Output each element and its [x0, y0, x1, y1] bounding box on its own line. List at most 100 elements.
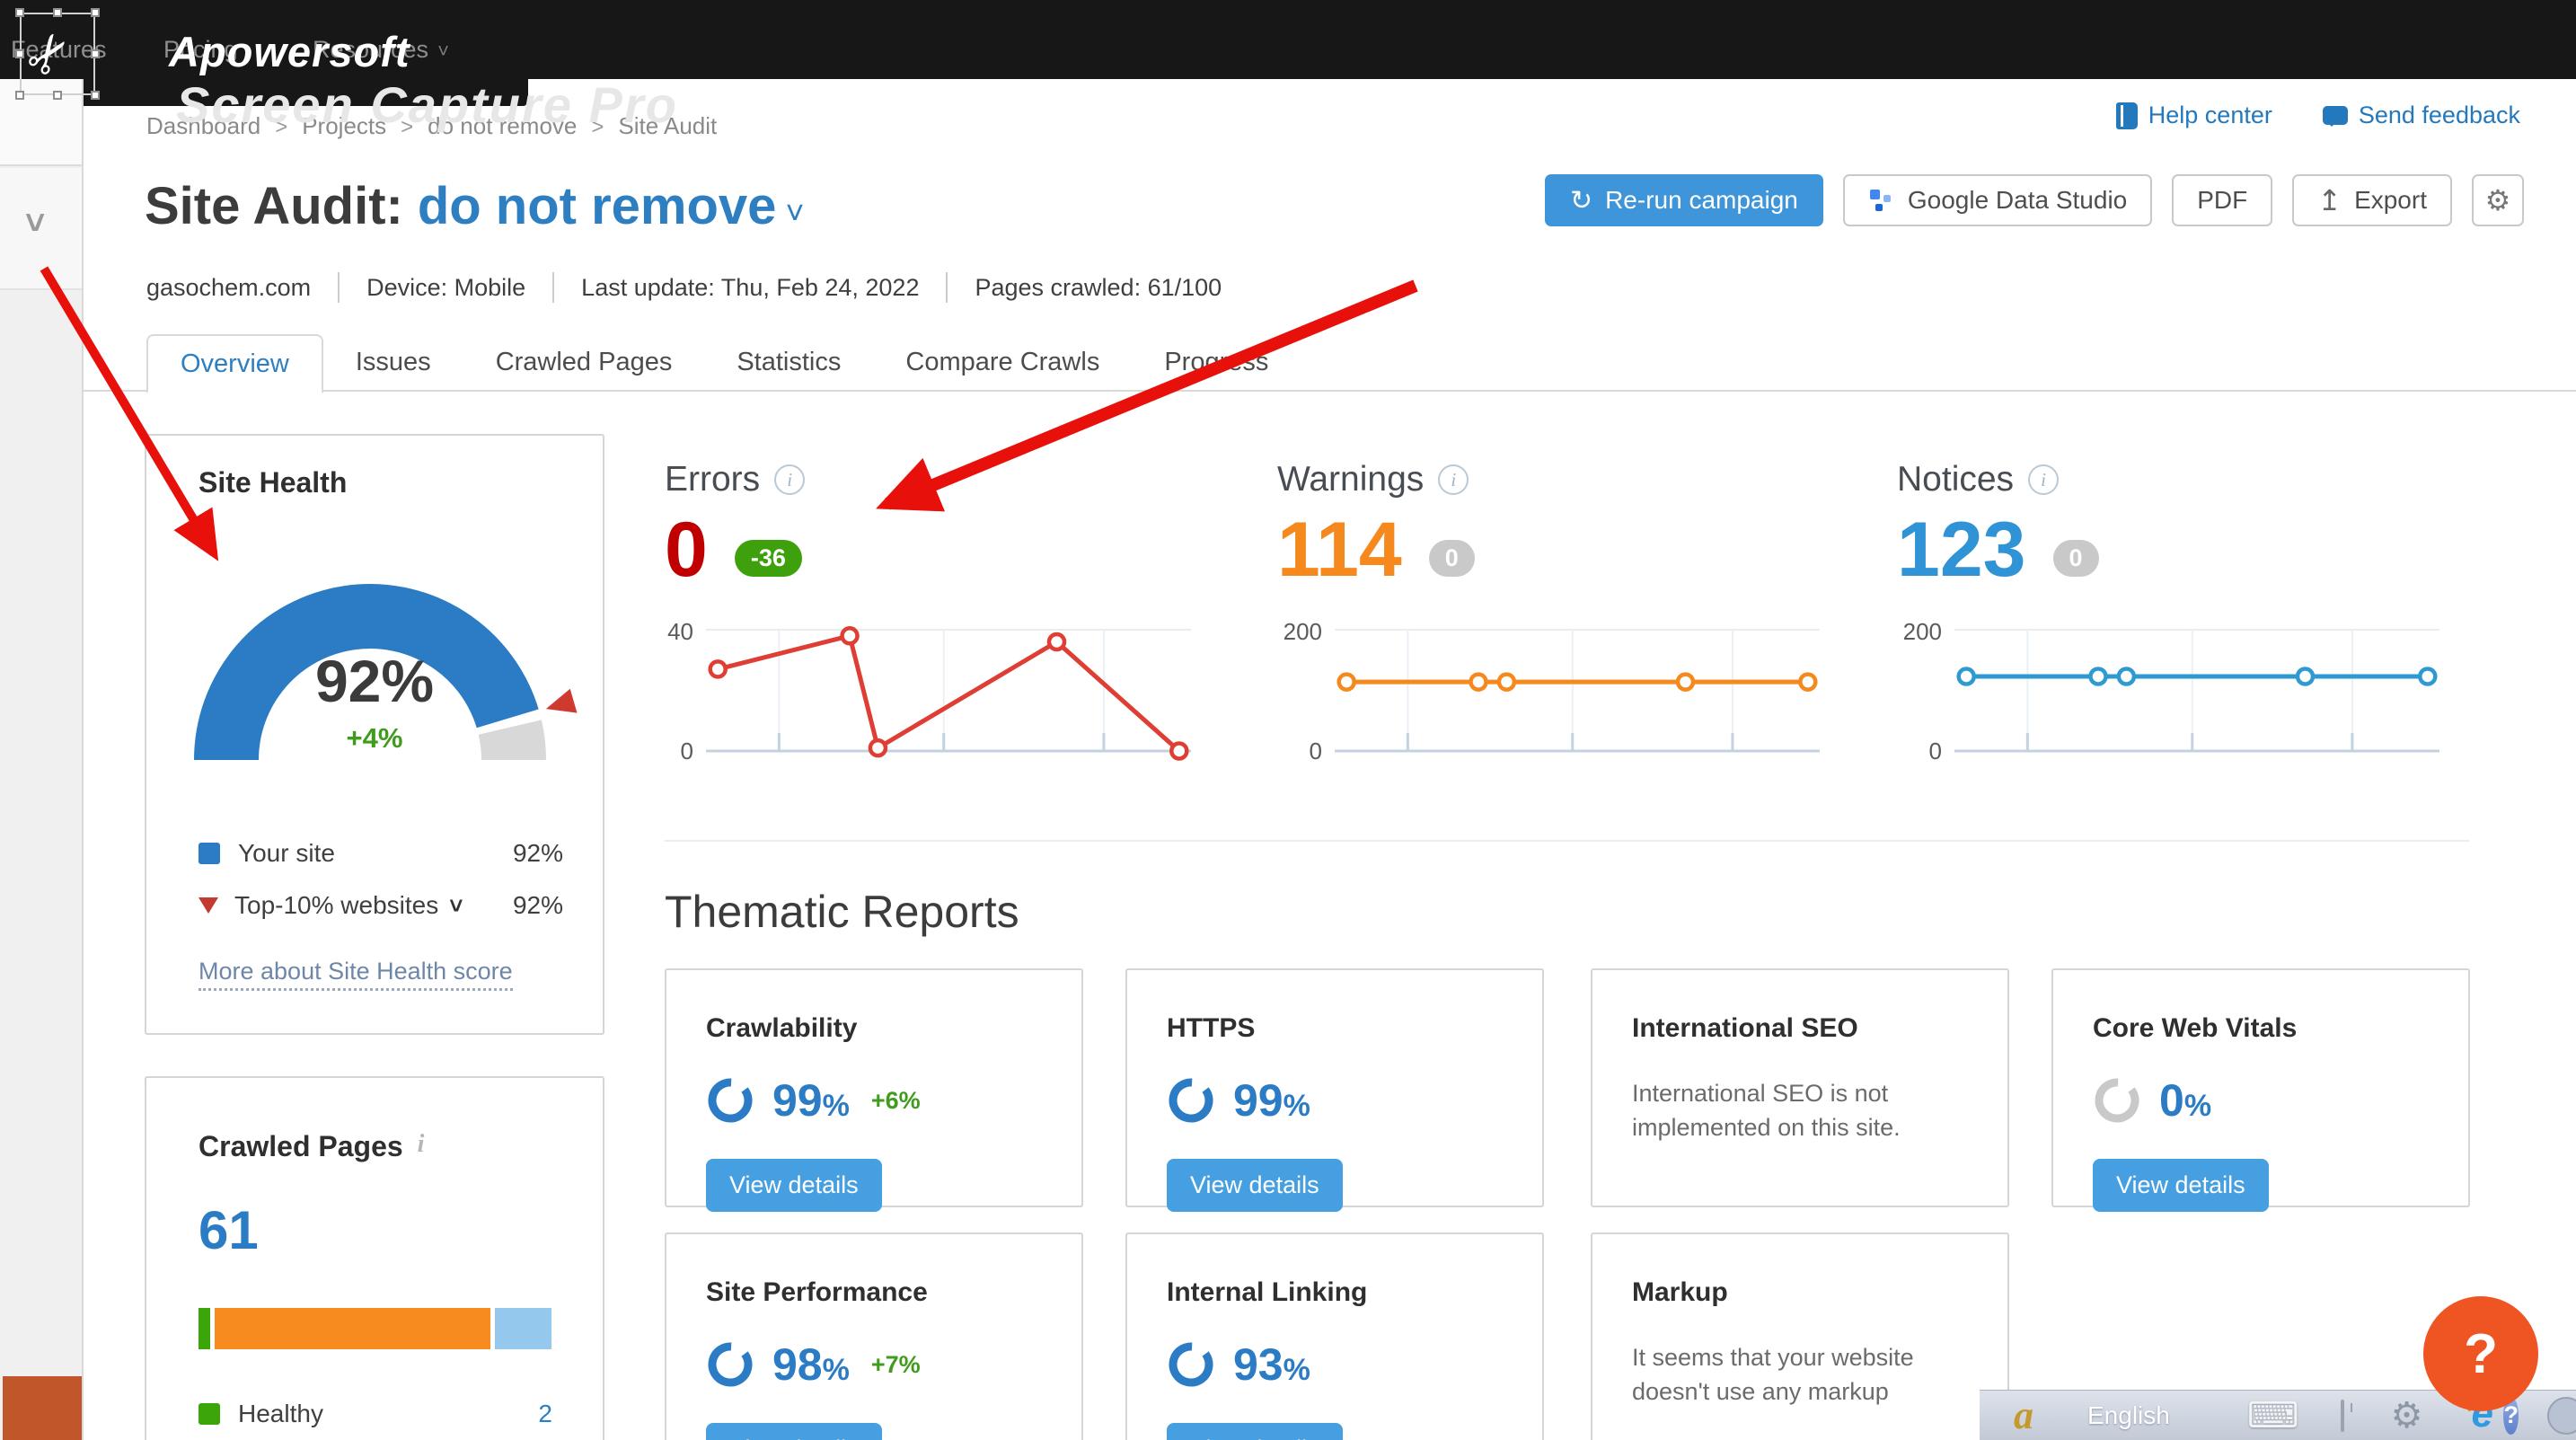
- chevron-down-icon[interactable]: ˅: [785, 194, 804, 231]
- selection-handle[interactable]: [91, 8, 100, 17]
- device-label: Device: Mobile: [366, 274, 525, 302]
- info-icon[interactable]: i: [2028, 464, 2059, 495]
- card-title: Markup: [1632, 1277, 1968, 1308]
- notices-value[interactable]: 123: [1897, 508, 2026, 591]
- rerun-campaign-button[interactable]: ↻Re-run campaign: [1545, 174, 1823, 226]
- info-icon[interactable]: i: [1438, 464, 1469, 495]
- export-button[interactable]: ↥Export: [2292, 174, 2452, 226]
- capture-selection-box[interactable]: [20, 13, 95, 95]
- domain-label: gasochem.com: [146, 274, 311, 302]
- bar-segment: [198, 1308, 210, 1349]
- notices-stat: Noticesi 1230 2000: [1897, 460, 2481, 766]
- card-title: Internal Linking: [1167, 1277, 1503, 1308]
- left-side-strip: ˅: [0, 79, 84, 1440]
- selection-handle[interactable]: [91, 91, 100, 100]
- export-icon: ↥: [2317, 183, 2342, 217]
- selection-handle[interactable]: [53, 8, 62, 17]
- selection-handle[interactable]: [15, 91, 24, 100]
- pages-crawled-label: Pages crawled: 61/100: [975, 274, 1222, 302]
- errors-value[interactable]: 0: [665, 508, 708, 591]
- legend-your-site: Your site 92%: [198, 834, 563, 873]
- core-web-vitals-card: Core Web Vitals 0% View details: [2051, 968, 2470, 1207]
- tab-bar: Overview Issues Crawled Pages Statistics…: [146, 334, 1301, 393]
- page-title: Site Audit:do not remove˅: [145, 176, 804, 236]
- send-feedback-link[interactable]: Send feedback: [2323, 102, 2520, 129]
- watermark-brand-text: Apowersoft: [169, 27, 410, 76]
- notices-label: Notices: [1897, 460, 2014, 499]
- card-title: Crawlability: [706, 1013, 1042, 1044]
- settings-button[interactable]: ⚙: [2472, 174, 2524, 226]
- notices-change-badge: 0: [2053, 540, 2099, 577]
- international-seo-card: International SEO International SEO is n…: [1591, 968, 2009, 1207]
- watermark-script-icon: a: [2014, 1392, 2033, 1438]
- selection-handle[interactable]: [53, 91, 62, 100]
- delta-badge: +6%: [871, 1087, 921, 1115]
- crawlability-card: Crawlability 99%+6% View details: [665, 968, 1083, 1207]
- card-title: International SEO: [1632, 1013, 1968, 1044]
- tab-statistics[interactable]: Statistics: [704, 334, 873, 393]
- delta-badge: +7%: [871, 1351, 921, 1379]
- green-swatch-icon: [198, 1403, 220, 1425]
- gear-icon[interactable]: ⚙: [2391, 1395, 2423, 1436]
- crawled-pages-value[interactable]: 61: [198, 1199, 603, 1261]
- warnings-label: Warnings: [1277, 460, 1424, 499]
- view-details-button[interactable]: View details: [1167, 1423, 1343, 1440]
- donut-icon: [1167, 1076, 1215, 1125]
- tab-compare-crawls[interactable]: Compare Crawls: [873, 334, 1132, 393]
- refresh-icon: ↻: [1570, 185, 1592, 216]
- last-update-label: Last update: Thu, Feb 24, 2022: [581, 274, 919, 302]
- pdf-button[interactable]: PDF: [2172, 174, 2272, 226]
- mouse-icon[interactable]: [2341, 1400, 2344, 1432]
- blue-swatch-icon: [198, 843, 220, 864]
- view-details-button[interactable]: View details: [706, 1423, 882, 1440]
- google-data-studio-button[interactable]: Google Data Studio: [1843, 174, 2152, 226]
- errors-label: Errors: [665, 460, 760, 499]
- selection-handle[interactable]: [15, 49, 24, 58]
- tab-progress[interactable]: Progress: [1132, 334, 1301, 393]
- donut-icon: [1167, 1340, 1215, 1389]
- gear-icon: ⚙: [2485, 183, 2511, 217]
- donut-icon: [706, 1340, 754, 1389]
- tab-overview[interactable]: Overview: [146, 334, 323, 393]
- view-details-button[interactable]: View details: [2093, 1159, 2269, 1212]
- partial-circle-icon[interactable]: [2547, 1397, 2576, 1435]
- site-audit-page: Features Pricing Resources˅ Apowersoft S…: [0, 0, 2576, 1440]
- background-slide-fragment: [3, 1376, 82, 1440]
- site-health-value: 92%: [163, 647, 586, 715]
- tab-crawled-pages[interactable]: Crawled Pages: [463, 334, 705, 393]
- selection-handle[interactable]: [15, 8, 24, 17]
- card-description: It seems that your website doesn't use a…: [1632, 1340, 1928, 1409]
- data-studio-icon: [1868, 187, 1895, 214]
- help-center-link[interactable]: Help center: [2116, 102, 2272, 129]
- view-details-button[interactable]: View details: [1167, 1159, 1343, 1212]
- site-health-card: Site Health 92% +4% Your site 92% Top-10…: [145, 434, 604, 1035]
- notices-trend-chart: [1954, 616, 2439, 766]
- bar-segment: [215, 1308, 490, 1349]
- collapse-chevron-icon[interactable]: ˅: [25, 205, 45, 243]
- project-name-dropdown[interactable]: do not remove: [418, 177, 777, 235]
- info-icon[interactable]: i: [774, 464, 805, 495]
- warnings-change-badge: 0: [1429, 540, 1475, 577]
- book-icon: [2116, 102, 2138, 129]
- speech-bubble-icon: [2323, 106, 2348, 125]
- help-chat-button[interactable]: ?: [2423, 1296, 2538, 1411]
- legend-top10-websites[interactable]: Top-10% websites ˅ 92%: [198, 886, 563, 925]
- card-title: Site Performance: [706, 1277, 1042, 1308]
- info-icon[interactable]: i: [418, 1130, 425, 1159]
- legend-healthy[interactable]: Healthy 2: [198, 1400, 552, 1428]
- crawled-pages-title: Crawled Pages: [198, 1130, 403, 1163]
- selection-handle[interactable]: [91, 49, 100, 58]
- markup-card: Markup It seems that your website doesn'…: [1591, 1232, 2009, 1440]
- errors-change-badge: -36: [735, 540, 802, 577]
- view-details-button[interactable]: View details: [706, 1159, 882, 1212]
- tab-issues[interactable]: Issues: [323, 334, 463, 393]
- language-label[interactable]: English: [2087, 1401, 2170, 1430]
- campaign-meta-row: gasochem.com Device: Mobile Last update:…: [146, 272, 1222, 303]
- warnings-value[interactable]: 114: [1277, 508, 1402, 591]
- donut-icon: [2093, 1076, 2141, 1125]
- keyboard-icon[interactable]: ⌨: [2247, 1395, 2299, 1436]
- crawled-pages-card: Crawled Pages i 61 Healthy 2: [145, 1076, 604, 1440]
- more-about-site-health-link[interactable]: More about Site Health score: [198, 958, 513, 991]
- chevron-down-icon[interactable]: ˅: [449, 892, 463, 920]
- site-performance-card: Site Performance 98%+7% View details: [665, 1232, 1083, 1440]
